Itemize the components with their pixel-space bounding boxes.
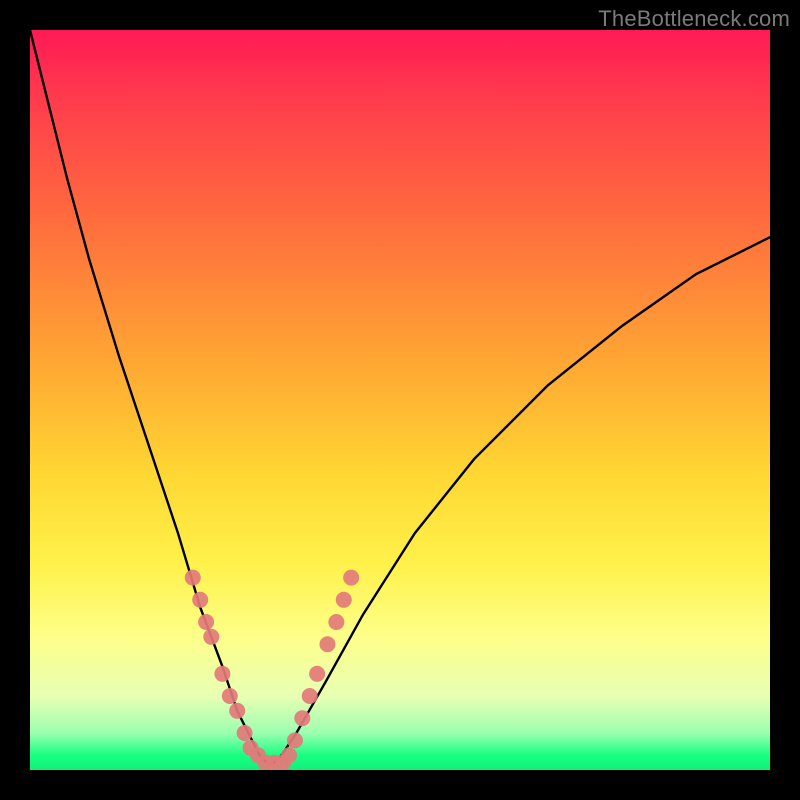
marker-dot [229, 703, 245, 719]
marker-dot [302, 688, 318, 704]
plot-area [30, 30, 770, 770]
marker-dot [328, 614, 344, 630]
marker-dot [319, 636, 335, 652]
chart-frame: TheBottleneck.com [0, 0, 800, 800]
marker-dot [185, 570, 201, 586]
marker-dot [275, 755, 291, 770]
marker-dot [336, 592, 352, 608]
marker-dot [287, 732, 303, 748]
marker-dot [222, 688, 238, 704]
marker-dot [203, 629, 219, 645]
watermark-text: TheBottleneck.com [598, 6, 790, 32]
marker-dot [198, 614, 214, 630]
marker-dot [237, 725, 253, 741]
marker-dot [343, 570, 359, 586]
curve-layer [30, 30, 770, 770]
bottleneck-curve [30, 30, 770, 763]
marker-dot [192, 592, 208, 608]
marker-dot [294, 710, 310, 726]
marker-dot [214, 666, 230, 682]
marker-dot [309, 666, 325, 682]
